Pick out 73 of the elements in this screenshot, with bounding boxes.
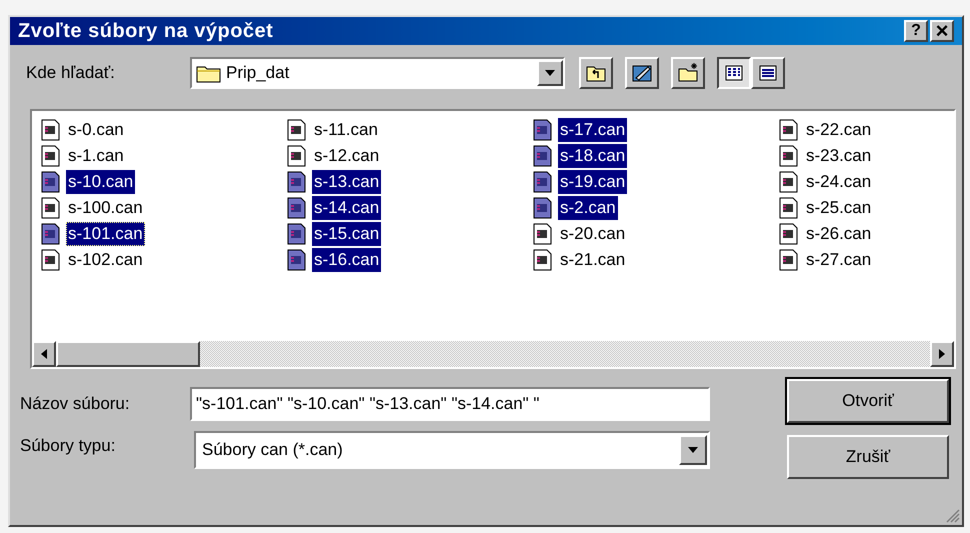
file-icon [778,223,800,245]
file-icon [40,145,62,167]
file-icon [532,197,554,219]
look-in-label: Kde hľadať: [26,62,116,84]
list-view-button[interactable] [717,57,751,89]
file-icon [778,197,800,219]
file-icon [532,223,554,245]
file-item[interactable]: s-14.can [312,196,382,220]
file-icon [532,145,554,167]
desktop-button[interactable] [625,57,659,89]
file-name-field[interactable]: "s-101.can" "s-10.can" "s-13.can" "s-14.can" " [190,387,710,421]
right-arrow-icon [939,349,945,359]
scroll-left-button[interactable] [32,341,56,367]
file-item[interactable]: s-100.can [66,196,145,220]
window-title: Zvoľte súbory na výpočet [18,19,274,44]
file-icon [532,171,554,193]
file-icon [532,119,554,141]
file-type-value: Súbory can (*.can) [202,439,344,462]
open-button[interactable]: Otvoriť [787,379,949,423]
resize-grip-icon[interactable] [944,507,960,523]
file-item[interactable]: s-0.can [66,118,126,142]
file-icon [286,249,308,271]
file-item[interactable]: s-24.can [804,170,874,194]
scroll-right-button[interactable] [930,341,954,367]
file-item[interactable]: s-11.can [312,118,380,142]
file-item[interactable]: s-19.can [558,170,628,194]
file-icon [40,249,62,271]
file-item[interactable]: s-17.can [558,118,628,142]
file-type-label: Súbory typu: [20,435,116,457]
file-icon [778,145,800,167]
close-button[interactable]: × [930,20,954,42]
cancel-button[interactable]: Zrušiť [787,435,949,479]
file-icon [286,197,308,219]
file-item[interactable]: s-102.can [66,248,145,272]
file-icon [40,197,62,219]
file-item[interactable]: s-20.can [558,222,628,246]
details-view-button[interactable] [751,57,785,89]
file-item[interactable]: s-12.can [312,144,382,168]
scrollbar-thumb[interactable] [56,341,200,367]
new-folder-button[interactable] [671,57,705,89]
file-item[interactable]: s-1.can [66,144,126,168]
file-item[interactable]: s-26.can [804,222,874,246]
file-item[interactable]: s-10.can [66,170,136,194]
look-in-dropdown[interactable]: Prip_dat [190,57,565,89]
file-icon [778,119,800,141]
file-icon [532,249,554,271]
folder-up-button[interactable] [579,57,613,89]
file-icon [778,171,800,193]
file-icon [286,145,308,167]
horizontal-scrollbar[interactable] [32,341,954,367]
file-item[interactable]: s-25.can [804,196,874,220]
file-item[interactable]: s-15.can [312,222,382,246]
left-arrow-icon [41,349,47,359]
file-item[interactable]: s-23.can [804,144,874,168]
file-item[interactable]: s-101.can [66,222,145,246]
look-in-value: Prip_dat [226,62,290,84]
file-item[interactable]: s-16.can [312,248,382,272]
file-item[interactable]: s-27.can [804,248,874,272]
file-item[interactable]: s-22.can [804,118,874,142]
file-icon [286,119,308,141]
file-icon [40,171,62,193]
help-button[interactable]: ? [904,20,928,42]
file-icon [40,223,62,245]
file-item[interactable]: s-13.can [312,170,382,194]
file-name-label: Názov súboru: [20,393,131,416]
file-icon [286,223,308,245]
file-icon [40,119,62,141]
file-item[interactable]: s-18.can [558,144,628,168]
file-icon [286,171,308,193]
file-item[interactable]: s-21.can [558,248,628,272]
file-icon [778,249,800,271]
file-item[interactable]: s-2.can [558,196,618,220]
file-type-dropdown[interactable]: Súbory can (*.can) [194,431,710,469]
